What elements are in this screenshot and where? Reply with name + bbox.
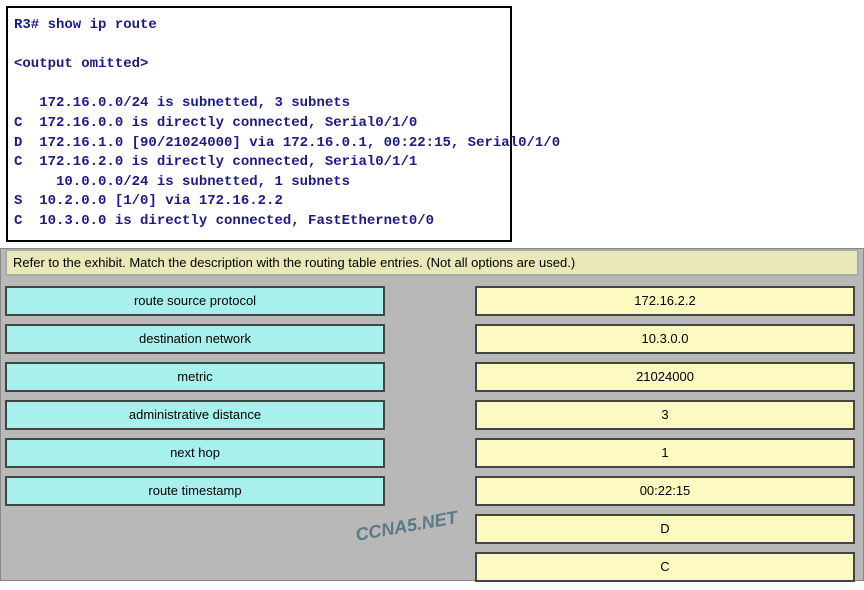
- option-item[interactable]: 21024000: [475, 362, 855, 392]
- description-item[interactable]: destination network: [5, 324, 385, 354]
- terminal-line: C 172.16.2.0 is directly connected, Seri…: [14, 154, 417, 170]
- options-column: 172.16.2.2 10.3.0.0 21024000 3 1 00:22:1…: [475, 286, 855, 590]
- terminal-line: R3# show ip route: [14, 17, 157, 33]
- description-item[interactable]: administrative distance: [5, 400, 385, 430]
- option-item[interactable]: 1: [475, 438, 855, 468]
- terminal-line: 172.16.0.0/24 is subnetted, 3 subnets: [14, 95, 350, 111]
- option-item[interactable]: 10.3.0.0: [475, 324, 855, 354]
- terminal-line: C 172.16.0.0 is directly connected, Seri…: [14, 115, 417, 131]
- description-item[interactable]: metric: [5, 362, 385, 392]
- terminal-output: R3# show ip route <output omitted> 172.1…: [6, 6, 512, 242]
- terminal-line: <output omitted>: [14, 56, 148, 72]
- option-item[interactable]: 3: [475, 400, 855, 430]
- exercise-panel: Refer to the exhibit. Match the descript…: [0, 248, 864, 581]
- option-item[interactable]: 172.16.2.2: [475, 286, 855, 316]
- description-item[interactable]: next hop: [5, 438, 385, 468]
- terminal-line: C 10.3.0.0 is directly connected, FastEt…: [14, 213, 434, 229]
- descriptions-column: route source protocol destination networ…: [5, 286, 385, 514]
- instructions-text: Refer to the exhibit. Match the descript…: [5, 249, 859, 276]
- option-item[interactable]: D: [475, 514, 855, 544]
- terminal-line: D 172.16.1.0 [90/21024000] via 172.16.0.…: [14, 135, 560, 151]
- description-item[interactable]: route timestamp: [5, 476, 385, 506]
- terminal-line: 10.0.0.0/24 is subnetted, 1 subnets: [14, 174, 350, 190]
- option-item[interactable]: C: [475, 552, 855, 582]
- option-item[interactable]: 00:22:15: [475, 476, 855, 506]
- terminal-line: S 10.2.0.0 [1/0] via 172.16.2.2: [14, 193, 283, 209]
- description-item[interactable]: route source protocol: [5, 286, 385, 316]
